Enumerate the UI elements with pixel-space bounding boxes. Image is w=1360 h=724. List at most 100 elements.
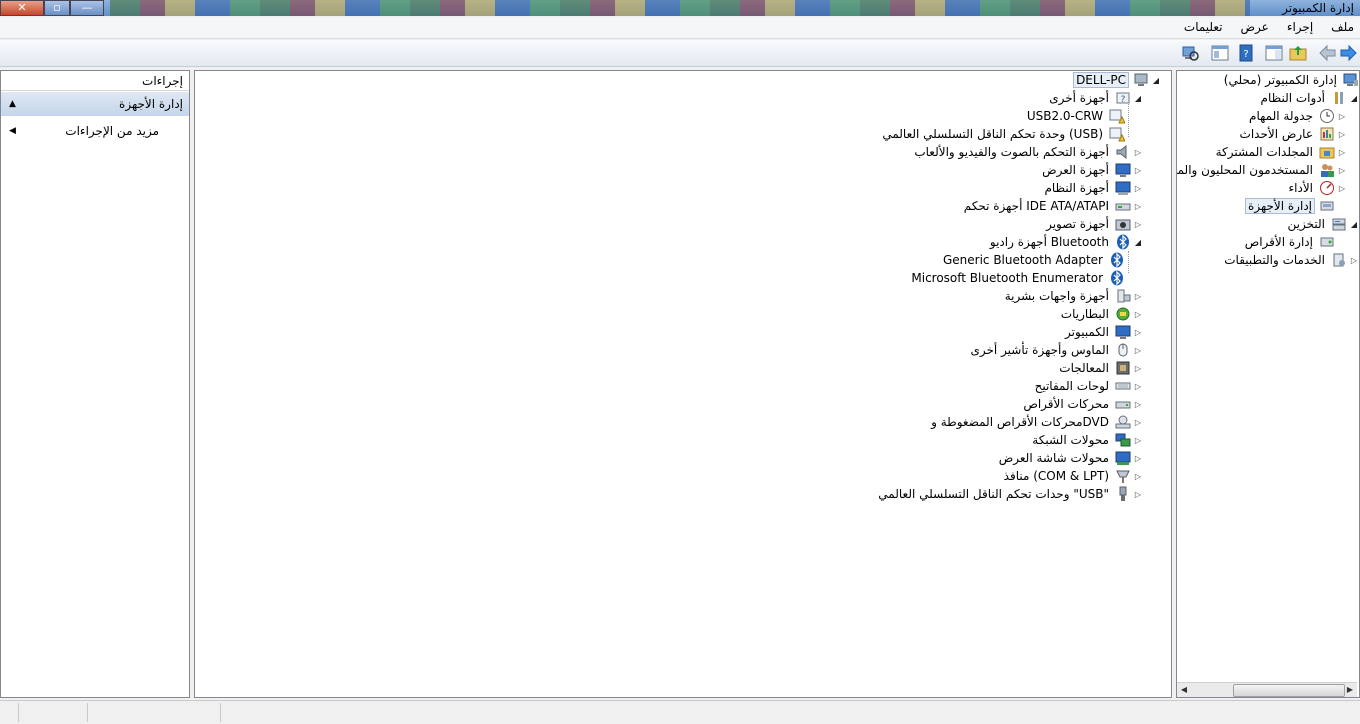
- actions-section-device-manager[interactable]: ▲ إدارة الأجهزة: [1, 92, 189, 116]
- expand-icon[interactable]: ▷: [1133, 436, 1143, 445]
- tree-node-local-users[interactable]: ▷ المستخدمون المحليون والمجم: [1177, 161, 1347, 179]
- expand-icon[interactable]: ▷: [1133, 418, 1143, 427]
- device-category-disk-drives[interactable]: ▷ محركات الأقراص: [1021, 395, 1143, 413]
- disk-drive-icon: [1115, 396, 1131, 412]
- tree-node-task-scheduler[interactable]: ▷ جدولة المهام: [1247, 107, 1347, 125]
- expand-icon[interactable]: ▷: [1133, 202, 1143, 211]
- scan-hardware-button[interactable]: [1180, 43, 1200, 63]
- minimize-button[interactable]: —: [70, 0, 104, 16]
- up-folder-button[interactable]: [1288, 43, 1308, 63]
- close-button[interactable]: ✕: [0, 0, 44, 16]
- nav-horizontal-scrollbar[interactable]: ◀ ▶: [1177, 682, 1357, 697]
- scroll-thumb[interactable]: [1233, 684, 1345, 697]
- tree-node-shared-folders[interactable]: ▷ المجلدات المشتركة: [1214, 143, 1347, 161]
- keyboard-icon: [1115, 378, 1131, 394]
- properties-button[interactable]: [1210, 43, 1230, 63]
- tree-node-performance[interactable]: ▷ الأداء: [1287, 179, 1348, 197]
- expand-icon[interactable]: ▷: [1133, 472, 1143, 481]
- device-category-display-adapters[interactable]: ▷ محولات شاشة العرض: [997, 449, 1143, 467]
- expand-icon[interactable]: ▷: [1337, 112, 1347, 121]
- processor-icon: [1115, 360, 1131, 376]
- device-usb-controller-unknown[interactable]: وحدة تحكم الناقل التسلسلي العالمي (USB): [880, 125, 1126, 143]
- device-root-dell-pc[interactable]: ◢ DELL-PC: [1073, 71, 1161, 89]
- hid-icon: [1115, 288, 1131, 304]
- expand-icon[interactable]: ▷: [1337, 130, 1347, 139]
- more-actions-item[interactable]: ◀ مزيد من الإجراءات: [1, 121, 189, 141]
- back-button[interactable]: [1318, 43, 1338, 63]
- console-tree-icon: [1265, 45, 1283, 61]
- tree-node-device-manager[interactable]: إدارة الأجهزة: [1245, 197, 1335, 215]
- expand-icon[interactable]: ▷: [1133, 292, 1143, 301]
- expand-icon[interactable]: ▷: [1133, 364, 1143, 373]
- expand-icon[interactable]: ▷: [1133, 328, 1143, 337]
- usb-icon: [1115, 486, 1131, 502]
- expand-icon[interactable]: ▷: [1133, 400, 1143, 409]
- expand-icon[interactable]: ▷: [1337, 166, 1347, 175]
- expand-icon[interactable]: ▷: [1133, 346, 1143, 355]
- tree-node-disk-management[interactable]: إدارة الأقراص: [1243, 233, 1335, 251]
- scroll-left-icon[interactable]: ◀: [1177, 683, 1191, 697]
- device-usb2-crw[interactable]: USB2.0-CRW: [1025, 107, 1126, 125]
- menu-action[interactable]: إجراء: [1285, 20, 1315, 34]
- collapse-icon[interactable]: ◢: [1349, 94, 1359, 103]
- device-category-monitors[interactable]: ▷ أجهزة العرض: [1040, 161, 1143, 179]
- device-node-label: لوحات المفاتيح: [1034, 379, 1109, 393]
- device-category-bluetooth[interactable]: ◢ أجهزة راديو Bluetooth: [988, 233, 1143, 251]
- device-ms-bluetooth-enumerator[interactable]: Microsoft Bluetooth Enumerator: [909, 269, 1125, 287]
- device-category-imaging[interactable]: ▷ أجهزة تصوير: [1044, 215, 1143, 233]
- toolbar: ?: [0, 40, 1360, 67]
- device-category-network[interactable]: ▷ محولات الشبكة: [1030, 431, 1143, 449]
- device-category-ports[interactable]: ▷ منافذ (COM & LPT): [1002, 467, 1143, 485]
- menu-file[interactable]: ملف: [1329, 20, 1356, 34]
- bluetooth-icon: [1109, 252, 1125, 268]
- expand-icon[interactable]: ▷: [1133, 148, 1143, 157]
- port-icon: [1115, 468, 1131, 484]
- tree-node-system-tools[interactable]: ◢ أدوات النظام: [1259, 89, 1359, 107]
- status-divider: [18, 703, 19, 722]
- actions-section-label: إدارة الأجهزة: [119, 97, 183, 111]
- expand-icon[interactable]: ▷: [1133, 184, 1143, 193]
- scroll-right-icon[interactable]: ▶: [1343, 683, 1357, 697]
- collapse-icon[interactable]: ◢: [1133, 238, 1143, 247]
- collapse-section-icon[interactable]: ▲: [9, 92, 16, 116]
- device-category-other[interactable]: ◢ ? أجهزة أخرى: [1047, 89, 1143, 107]
- help-button[interactable]: ?: [1236, 43, 1256, 63]
- menu-view[interactable]: عرض: [1239, 20, 1271, 34]
- tree-node-storage[interactable]: ◢ التخزين: [1286, 215, 1359, 233]
- menu-help[interactable]: تعليمات: [1182, 20, 1225, 34]
- device-generic-bluetooth-adapter[interactable]: Generic Bluetooth Adapter: [941, 251, 1125, 269]
- forward-button[interactable]: [1338, 43, 1358, 63]
- collapse-icon[interactable]: ◢: [1151, 76, 1161, 85]
- maximize-button[interactable]: ▫: [44, 0, 70, 16]
- device-node-label: أجهزة التحكم بالصوت والفيديو والألعاب: [914, 145, 1109, 159]
- expand-icon[interactable]: ▷: [1133, 220, 1143, 229]
- device-category-ide[interactable]: ▷ أجهزة تحكم IDE ATA/ATAPI: [962, 197, 1143, 215]
- window-controls: ✕ ▫ —: [0, 0, 104, 16]
- device-category-batteries[interactable]: ▷ البطاريات: [1059, 305, 1143, 323]
- collapse-icon[interactable]: ◢: [1133, 94, 1143, 103]
- device-category-usb[interactable]: ▷ وحدات تحكم الناقل التسلسلي العالمي "US…: [876, 485, 1143, 503]
- device-category-processors[interactable]: ▷ المعالجات: [1057, 359, 1143, 377]
- expand-icon[interactable]: ▷: [1133, 166, 1143, 175]
- expand-icon[interactable]: ▷: [1337, 184, 1347, 193]
- expand-icon[interactable]: ▷: [1337, 148, 1347, 157]
- tree-node-event-viewer[interactable]: ▷ عارض الأحداث: [1238, 125, 1347, 143]
- expand-icon[interactable]: ▷: [1349, 256, 1359, 265]
- device-category-hid[interactable]: ▷ أجهزة واجهات بشرية: [1003, 287, 1143, 305]
- device-category-system[interactable]: ▷ أجهزة النظام: [1042, 179, 1143, 197]
- device-category-computer[interactable]: ▷ الكمبيوتر: [1063, 323, 1143, 341]
- expand-icon[interactable]: ▷: [1133, 310, 1143, 319]
- tree-node-services-apps[interactable]: ▷ الخدمات والتطبيقات: [1222, 251, 1359, 269]
- device-category-mice[interactable]: ▷ الماوس وأجهزة تأشير أخرى: [968, 341, 1143, 359]
- expand-icon[interactable]: ▷: [1133, 454, 1143, 463]
- up-folder-icon: [1289, 46, 1307, 61]
- expand-icon[interactable]: ▷: [1133, 382, 1143, 391]
- device-tree-pane: ◢ DELL-PC ◢ ? أجهزة أخرى USB2.0-CRW وحدة…: [194, 70, 1172, 698]
- device-category-sound[interactable]: ▷ أجهزة التحكم بالصوت والفيديو والألعاب: [912, 143, 1143, 161]
- tree-node-computer-management[interactable]: إدارة الكمبيوتر (محلي): [1222, 71, 1359, 89]
- device-category-dvd[interactable]: ▷ محركات الأقراص المضغوطة وDVD: [929, 413, 1143, 431]
- device-category-keyboards[interactable]: ▷ لوحات المفاتيح: [1033, 377, 1143, 395]
- collapse-icon[interactable]: ◢: [1349, 220, 1359, 229]
- show-hide-tree-button[interactable]: [1264, 43, 1284, 63]
- expand-icon[interactable]: ▷: [1133, 490, 1143, 499]
